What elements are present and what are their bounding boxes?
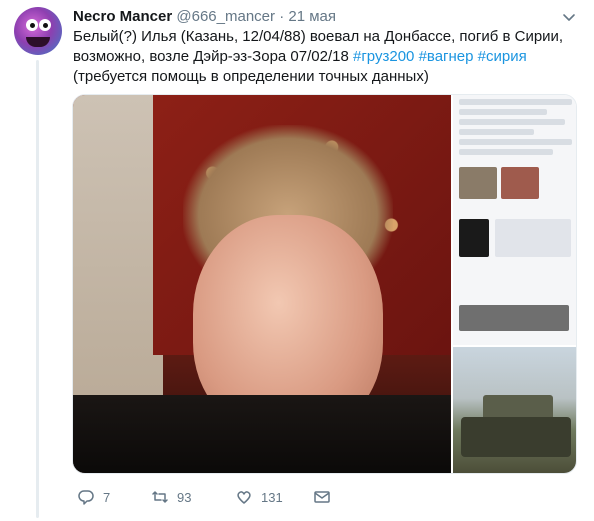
dm-button[interactable] [313,486,339,508]
heart-icon [237,491,251,504]
reply-button[interactable]: 7 [77,486,110,508]
avatar[interactable] [14,7,62,55]
tweet-header: Necro Mancer @666_mancer · 21 мая [73,7,336,27]
photo-social-profile-screenshot[interactable] [453,95,576,345]
tweet-text-tail: (требуется помощь в определении точных д… [73,68,429,85]
chevron-down-icon[interactable] [562,10,576,24]
like-button[interactable]: 131 [235,486,283,508]
retweet-button[interactable]: 93 [151,486,191,508]
tweet-date[interactable]: 21 мая [288,8,336,25]
avatar-mouth [26,37,50,47]
retweet-icon [152,491,168,503]
photo-portrait[interactable] [73,95,451,473]
tweet-actions: 7 93 131 [73,486,523,508]
avatar-eye-left [26,19,38,31]
author-handle[interactable]: @666_mancer [176,8,275,25]
reply-count: 7 [103,489,111,505]
hashtag-syria[interactable]: #сирия [478,48,527,65]
hashtag-wagner[interactable]: #вагнер [419,48,474,65]
avatar-eye-right [39,19,51,31]
reply-icon [78,490,94,505]
hashtag-gruz200[interactable]: #груз200 [353,48,414,65]
like-count: 131 [261,489,283,505]
thread-line [36,60,39,518]
envelope-icon [314,491,330,503]
tweet-media[interactable] [72,94,577,474]
photo-military-convoy[interactable] [453,347,576,473]
separator-dot: · [279,8,285,25]
retweet-count: 93 [177,489,192,505]
tweet-text: Белый(?) Илья (Казань, 12/04/88) воевал … [73,27,578,87]
author-name[interactable]: Necro Mancer [73,8,172,25]
